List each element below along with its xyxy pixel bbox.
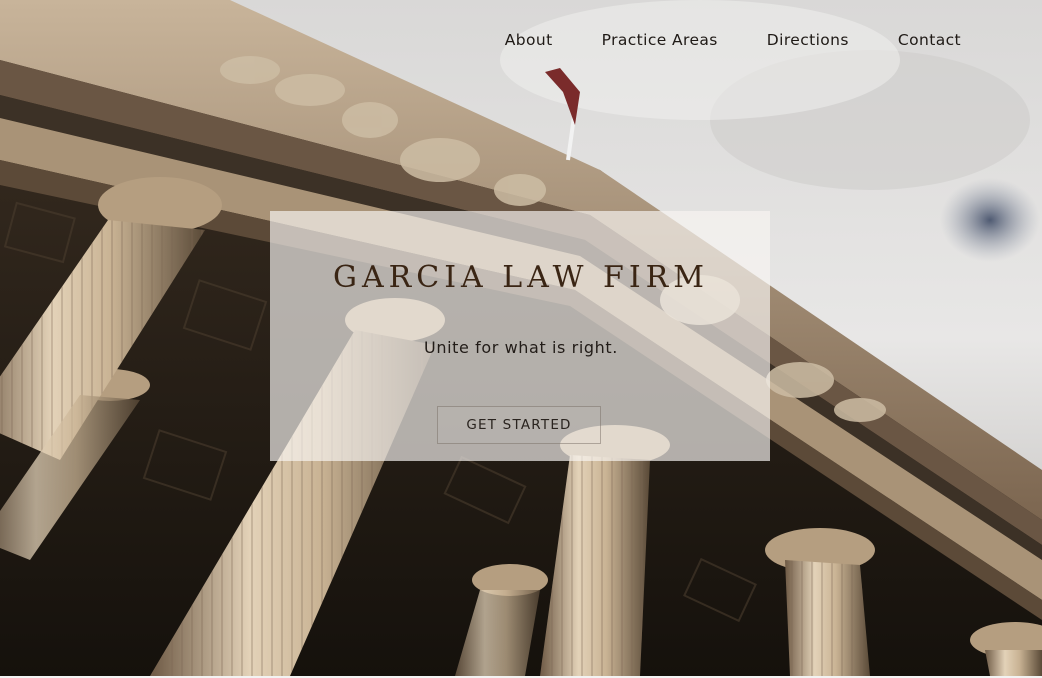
firm-name-title: GARCIA LAW FIRM: [333, 260, 709, 295]
main-nav: About Practice Areas Directions Contact: [505, 30, 961, 50]
hero-tagline: Unite for what is right.: [424, 338, 618, 357]
nav-link-contact[interactable]: Contact: [849, 30, 961, 50]
nav-link-directions[interactable]: Directions: [718, 30, 849, 50]
nav-link-practice-areas[interactable]: Practice Areas: [553, 30, 718, 50]
get-started-button[interactable]: GET STARTED: [437, 406, 601, 444]
landing-page: About Practice Areas Directions Contact …: [0, 0, 1042, 678]
nav-link-about[interactable]: About: [505, 30, 553, 50]
